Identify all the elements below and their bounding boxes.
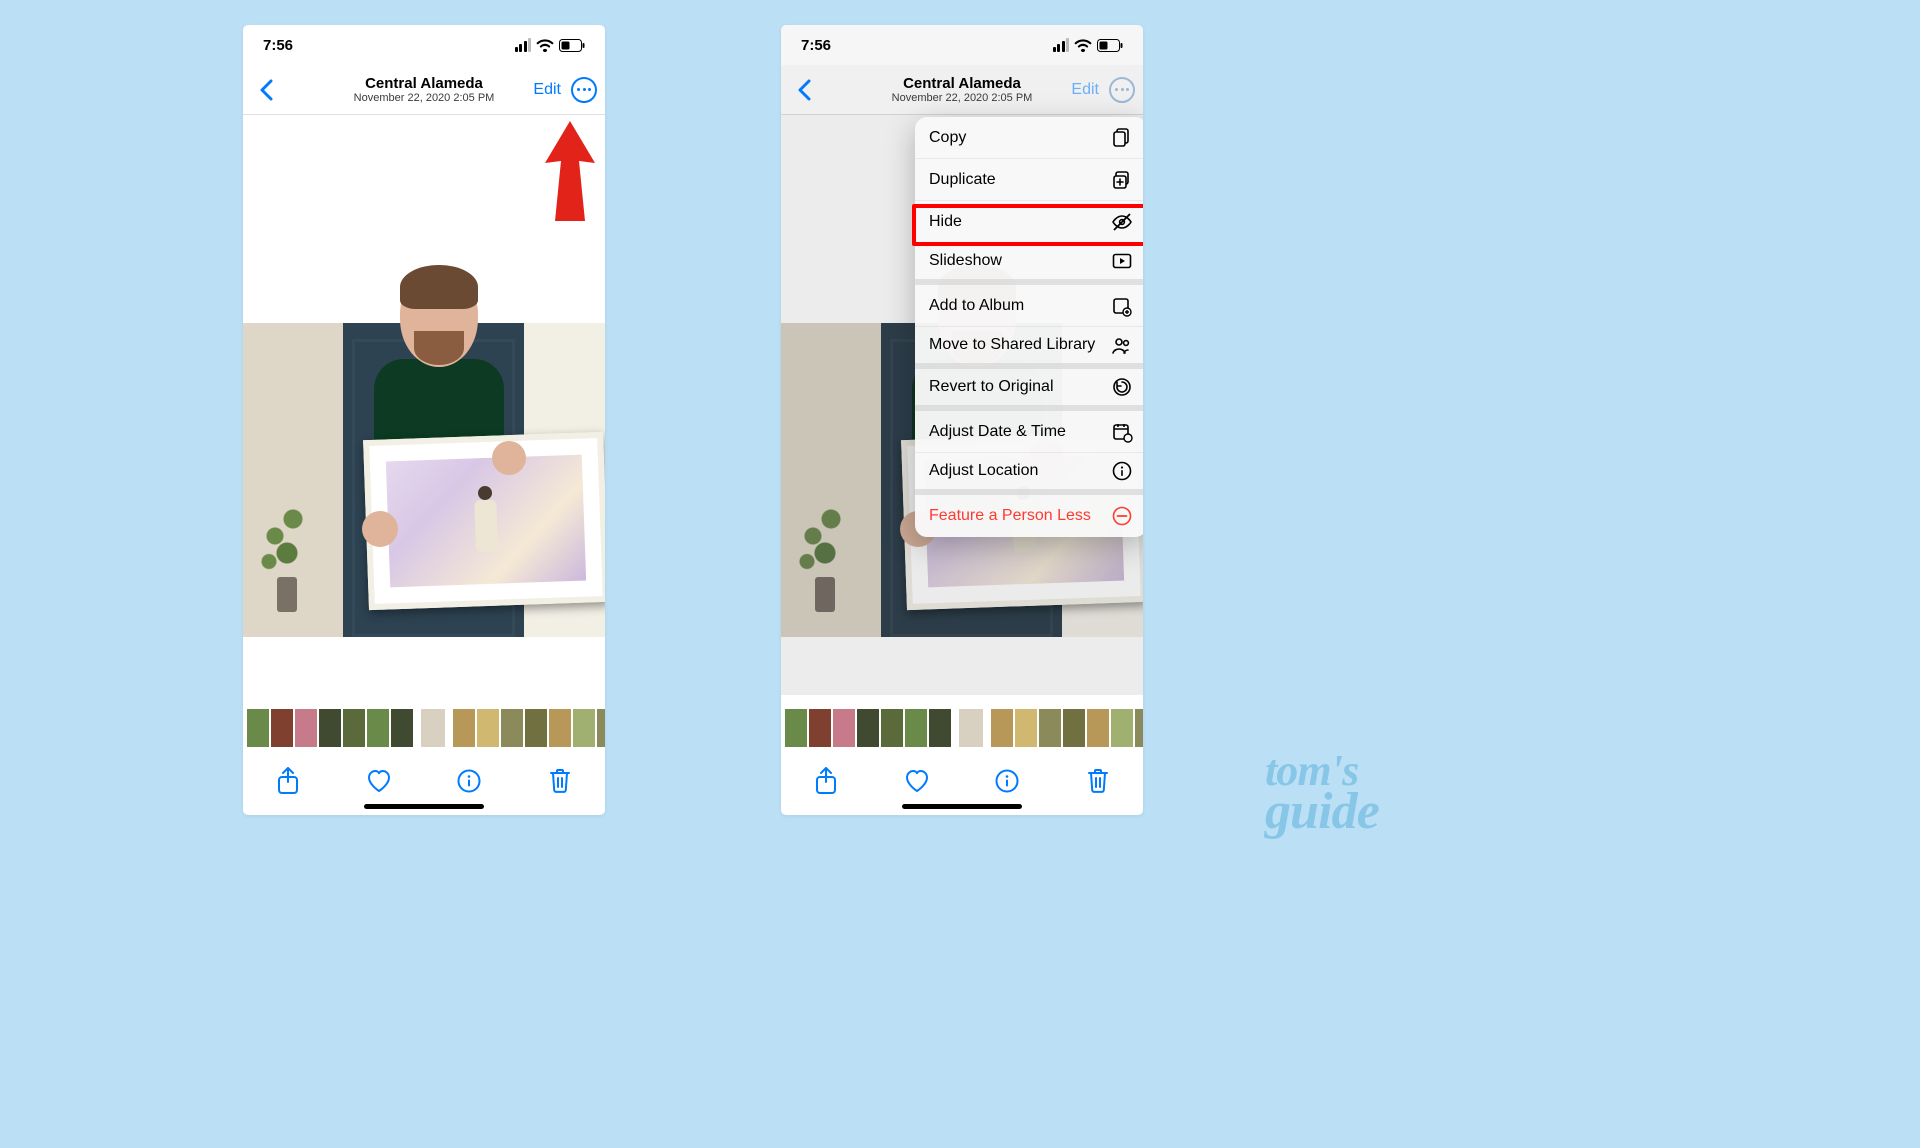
share-button[interactable] (811, 766, 841, 796)
home-indicator[interactable] (364, 804, 484, 809)
menu-adjust-date-time[interactable]: Adjust Date & Time (915, 411, 1143, 453)
info-circle-icon (1111, 460, 1133, 482)
edit-button[interactable]: Edit (533, 81, 561, 99)
more-options-button[interactable] (571, 77, 597, 103)
bottom-toolbar (243, 757, 605, 805)
more-options-menu: Copy Duplicate Hide Slideshow Add to Alb… (915, 117, 1143, 537)
wifi-icon (1074, 39, 1092, 52)
iphone-screenshot-step1: 7:56 Central Alameda November 22, 2020 2… (243, 25, 605, 815)
status-bar: 7:56 (781, 25, 1143, 65)
bottom-toolbar (781, 757, 1143, 805)
menu-label: Revert to Original (929, 378, 1054, 396)
photo-title-block: Central Alameda November 22, 2020 2:05 P… (354, 75, 495, 104)
info-button[interactable] (992, 766, 1022, 796)
nav-bar: Central Alameda November 22, 2020 2:05 P… (781, 65, 1143, 115)
photo-location-label: Central Alameda (892, 75, 1033, 92)
edit-button[interactable]: Edit (1071, 81, 1099, 99)
battery-icon (559, 39, 585, 52)
thumbnail-selected[interactable] (419, 707, 447, 749)
menu-revert-original[interactable]: Revert to Original (915, 369, 1143, 411)
thumbnail-selected[interactable] (957, 707, 985, 749)
menu-copy[interactable]: Copy (915, 117, 1143, 159)
back-button[interactable] (789, 79, 819, 101)
favorite-button[interactable] (902, 766, 932, 796)
photo-thumbnail-strip[interactable] (781, 707, 1143, 749)
status-bar: 7:56 (243, 25, 605, 65)
back-button[interactable] (251, 79, 281, 101)
people-icon (1111, 334, 1133, 356)
menu-adjust-location[interactable]: Adjust Location (915, 453, 1143, 495)
copy-icon (1111, 127, 1133, 149)
slideshow-play-icon (1111, 250, 1133, 272)
menu-feature-person-less[interactable]: Feature a Person Less (915, 495, 1143, 537)
share-button[interactable] (273, 766, 303, 796)
nav-bar: Central Alameda November 22, 2020 2:05 P… (243, 65, 605, 115)
home-indicator[interactable] (902, 804, 1022, 809)
tomsguide-watermark: tom's guide (1265, 752, 1379, 834)
cellular-signal-icon (1053, 38, 1070, 52)
menu-duplicate[interactable]: Duplicate (915, 159, 1143, 201)
duplicate-icon (1111, 169, 1133, 191)
menu-label: Adjust Location (929, 462, 1038, 480)
cellular-signal-icon (515, 38, 532, 52)
trash-button[interactable] (545, 766, 575, 796)
status-time: 7:56 (801, 37, 831, 54)
revert-icon (1111, 376, 1133, 398)
trash-button[interactable] (1083, 766, 1113, 796)
ellipsis-icon (577, 88, 591, 91)
menu-label: Copy (929, 129, 966, 147)
ellipsis-icon (1115, 88, 1129, 91)
menu-add-to-album[interactable]: Add to Album (915, 285, 1143, 327)
wifi-icon (536, 39, 554, 52)
favorite-button[interactable] (364, 766, 394, 796)
menu-label: Hide (929, 213, 962, 231)
menu-move-shared-library[interactable]: Move to Shared Library (915, 327, 1143, 369)
hide-eye-slash-icon (1111, 211, 1133, 233)
photo-location-label: Central Alameda (354, 75, 495, 92)
photo-datetime-label: November 22, 2020 2:05 PM (892, 92, 1033, 104)
menu-label: Slideshow (929, 252, 1002, 270)
menu-label: Move to Shared Library (929, 336, 1095, 354)
photo-thumbnail-strip[interactable] (243, 707, 605, 749)
iphone-screenshot-step2: 7:56 Central Alameda November 22, 2020 2… (781, 25, 1143, 815)
tutorial-canvas: 7:56 Central Alameda November 22, 2020 2… (0, 0, 1405, 840)
calendar-icon (1111, 421, 1133, 443)
photo-viewer[interactable] (243, 115, 605, 695)
menu-slideshow[interactable]: Slideshow (915, 243, 1143, 285)
photo-datetime-label: November 22, 2020 2:05 PM (354, 92, 495, 104)
menu-label: Feature a Person Less (929, 507, 1091, 525)
more-options-button[interactable] (1109, 77, 1135, 103)
menu-hide[interactable]: Hide (915, 201, 1143, 243)
menu-label: Add to Album (929, 297, 1024, 315)
photo-title-block: Central Alameda November 22, 2020 2:05 P… (892, 75, 1033, 104)
info-button[interactable] (454, 766, 484, 796)
status-time: 7:56 (263, 37, 293, 54)
menu-label: Adjust Date & Time (929, 423, 1066, 441)
battery-icon (1097, 39, 1123, 52)
add-to-album-icon (1111, 295, 1133, 317)
menu-label: Duplicate (929, 171, 996, 189)
minus-circle-icon (1111, 505, 1133, 527)
